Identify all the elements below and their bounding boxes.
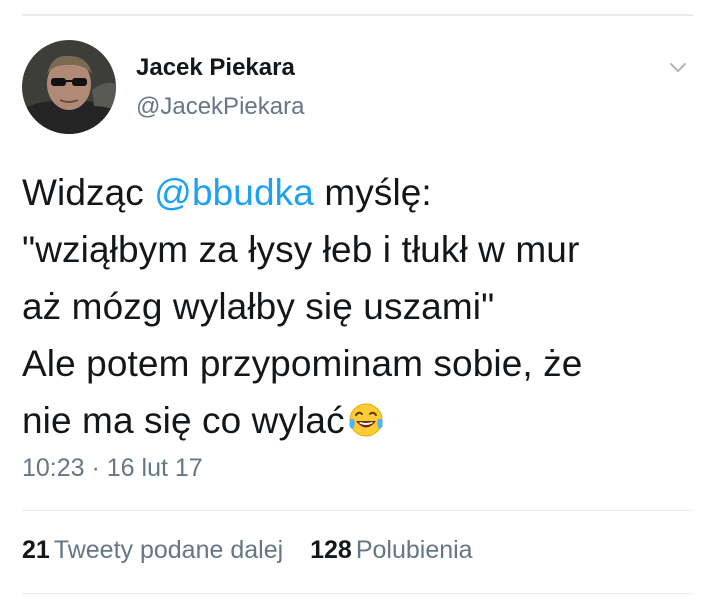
tweet-text: Widząc @bbudka myślę: "wziąłbym za łysy … [22,164,702,449]
author-name[interactable]: Jacek Piekara [136,54,295,82]
tweet-text-segment: Widząc [22,172,155,213]
tweet-line-5: nie ma się co wylać [22,392,702,449]
tweet-line-4: Ale potem przypominam sobie, że [22,343,583,384]
tweet-header: Jacek Piekara @JacekPiekara [22,40,693,134]
tweet-line-3: aż mózg wylałby się uszami" [22,286,495,327]
mention-link[interactable]: @bbudka [154,172,314,213]
tweet-timestamp[interactable]: 10:23 · 16 lut 17 [22,454,203,483]
author-handle[interactable]: @JacekPiekara [136,93,304,121]
stats-divider-top [22,510,693,511]
tweet-line-1: Widząc @bbudka myślę: [22,164,702,221]
stats-divider-bottom [22,593,693,594]
retweets-label: Tweety podane dalej [53,536,284,564]
tweet-stats: 21 Tweety podane dalej 128 Polubienia [22,536,493,565]
retweets-stat[interactable]: 21 Tweety podane dalej [22,536,283,565]
likes-label: Polubienia [355,536,473,564]
tweet-text-segment: nie ma się co wylać [22,400,345,441]
likes-count: 128 [310,536,352,564]
avatar-photo [22,40,116,134]
tears-of-joy-emoji-icon [347,398,385,437]
tweet-text-segment: myślę: [313,172,432,213]
top-divider [22,14,693,16]
likes-stat[interactable]: 128 Polubienia [310,536,472,565]
chevron-down-icon[interactable] [667,56,689,78]
avatar[interactable] [22,40,116,134]
tweet-line-2: "wziąłbym za łysy łeb i tłukł w mur [22,229,580,270]
retweets-count: 21 [22,536,50,564]
